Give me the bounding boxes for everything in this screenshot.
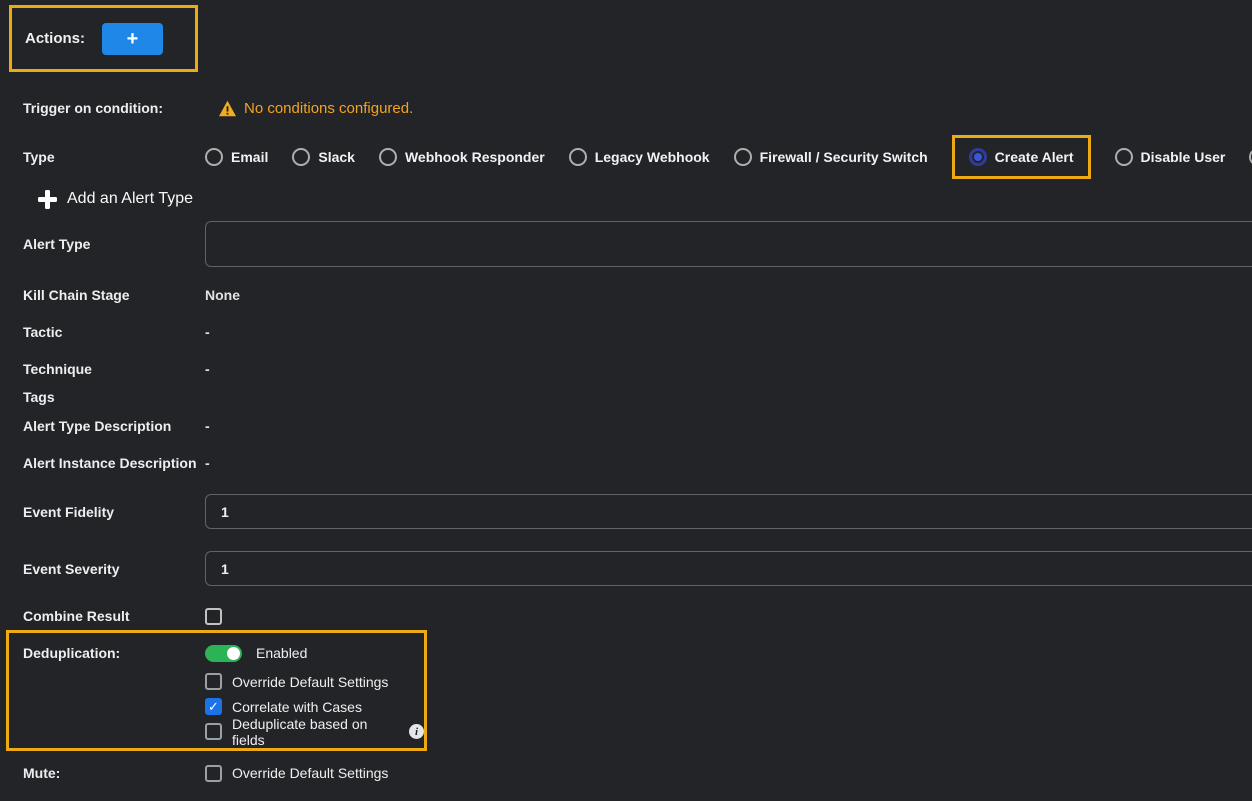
- combine-result-row: Combine Result: [0, 607, 1252, 625]
- correlate-with-cases-checkbox[interactable]: [205, 698, 222, 715]
- alert-type-label: Alert Type: [23, 236, 205, 252]
- radio-circle-icon: [379, 148, 397, 166]
- tactic-value: -: [205, 324, 210, 340]
- kill-chain-stage-label: Kill Chain Stage: [23, 287, 205, 303]
- deduplicate-based-on-fields-checkbox[interactable]: [205, 723, 222, 740]
- alert-instance-description-value: -: [205, 455, 210, 471]
- plus-icon: [38, 190, 57, 209]
- kill-chain-stage-value: None: [205, 287, 240, 303]
- info-icon[interactable]: i: [409, 724, 424, 739]
- actions-section: Actions: +: [0, 5, 1252, 72]
- alert-instance-description-row: Alert Instance Description -: [0, 454, 1252, 472]
- deduplication-label: Deduplication:: [23, 644, 205, 740]
- type-row: Type Email Slack Webhook Responder Legac…: [0, 134, 1252, 179]
- radio-webhook-responder[interactable]: Webhook Responder: [379, 148, 545, 166]
- deduplication-toggle-label: Enabled: [256, 645, 307, 661]
- technique-label: Technique: [23, 361, 205, 377]
- alert-type-radio-group: Email Slack Webhook Responder Legacy Web…: [205, 135, 1252, 179]
- tactic-label: Tactic: [23, 324, 205, 340]
- deduplication-toggle-row: Enabled: [205, 644, 424, 662]
- radio-slack[interactable]: Slack: [292, 148, 355, 166]
- alert-instance-description-label: Alert Instance Description: [23, 455, 205, 471]
- actions-highlight-box: Actions: +: [9, 5, 198, 72]
- radio-legacy-webhook[interactable]: Legacy Webhook: [569, 148, 710, 166]
- event-severity-row: Event Severity: [0, 551, 1252, 586]
- plus-icon: +: [127, 29, 139, 49]
- combine-result-checkbox[interactable]: [205, 608, 222, 625]
- radio-selected-icon: [969, 148, 987, 166]
- radio-disable-user[interactable]: Disable User: [1115, 148, 1226, 166]
- warning-triangle-icon: [218, 100, 237, 117]
- combine-result-label: Combine Result: [23, 608, 205, 624]
- deduplication-highlight-box: Deduplication: Enabled Override Default …: [6, 630, 427, 751]
- override-default-settings-row: Override Default Settings: [205, 673, 424, 690]
- tactic-row: Tactic -: [0, 323, 1252, 341]
- correlate-with-cases-row: Correlate with Cases: [205, 698, 424, 715]
- trigger-warning: No conditions configured.: [218, 100, 413, 117]
- radio-circle-icon: [205, 148, 223, 166]
- deduplication-toggle[interactable]: [205, 645, 242, 662]
- toggle-knob-icon: [227, 647, 240, 660]
- trigger-condition-row: Trigger on condition: No conditions conf…: [0, 98, 1252, 118]
- radio-circle-icon: [292, 148, 310, 166]
- alert-type-description-row: Alert Type Description -: [0, 417, 1252, 435]
- trigger-condition-label: Trigger on condition:: [23, 100, 205, 116]
- mute-override-checkbox[interactable]: [205, 765, 222, 782]
- event-fidelity-label: Event Fidelity: [23, 504, 205, 520]
- deduplicate-based-on-fields-row: Deduplicate based on fields i: [205, 723, 424, 740]
- radio-circle-icon: [734, 148, 752, 166]
- event-fidelity-row: Event Fidelity: [0, 494, 1252, 529]
- alert-type-description-value: -: [205, 418, 210, 434]
- technique-row: Technique -: [0, 360, 1252, 378]
- override-default-settings-checkbox[interactable]: [205, 673, 222, 690]
- radio-create-alert[interactable]: Create Alert: [969, 148, 1074, 166]
- event-severity-label: Event Severity: [23, 561, 205, 577]
- radio-firewall-security-switch[interactable]: Firewall / Security Switch: [734, 148, 928, 166]
- alert-type-description-label: Alert Type Description: [23, 418, 205, 434]
- add-alert-type-label: Add an Alert Type: [67, 190, 193, 208]
- mute-checkbox-label: Override Default Settings: [232, 765, 388, 781]
- radio-circle-icon: [569, 148, 587, 166]
- radio-circle-icon: [1115, 148, 1133, 166]
- add-alert-type-link[interactable]: Add an Alert Type: [0, 186, 1252, 212]
- actions-label: Actions:: [25, 30, 85, 47]
- radio-email[interactable]: Email: [205, 148, 268, 166]
- technique-value: -: [205, 361, 210, 377]
- tags-label: Tags: [23, 389, 205, 405]
- trigger-warning-text: No conditions configured.: [244, 100, 413, 117]
- kill-chain-stage-row: Kill Chain Stage None: [0, 286, 1252, 304]
- mute-label: Mute:: [23, 765, 205, 781]
- alert-type-row: Alert Type: [0, 221, 1252, 267]
- mute-row: Mute: Override Default Settings: [0, 764, 1252, 782]
- alert-type-input[interactable]: [205, 221, 1252, 267]
- add-action-button[interactable]: +: [102, 23, 163, 55]
- event-severity-input[interactable]: [205, 551, 1252, 586]
- type-label: Type: [23, 149, 205, 165]
- event-fidelity-input[interactable]: [205, 494, 1252, 529]
- tags-row: Tags: [0, 388, 1252, 406]
- deduplication-controls: Enabled Override Default Settings Correl…: [205, 644, 424, 740]
- create-alert-highlight-box: Create Alert: [952, 135, 1091, 179]
